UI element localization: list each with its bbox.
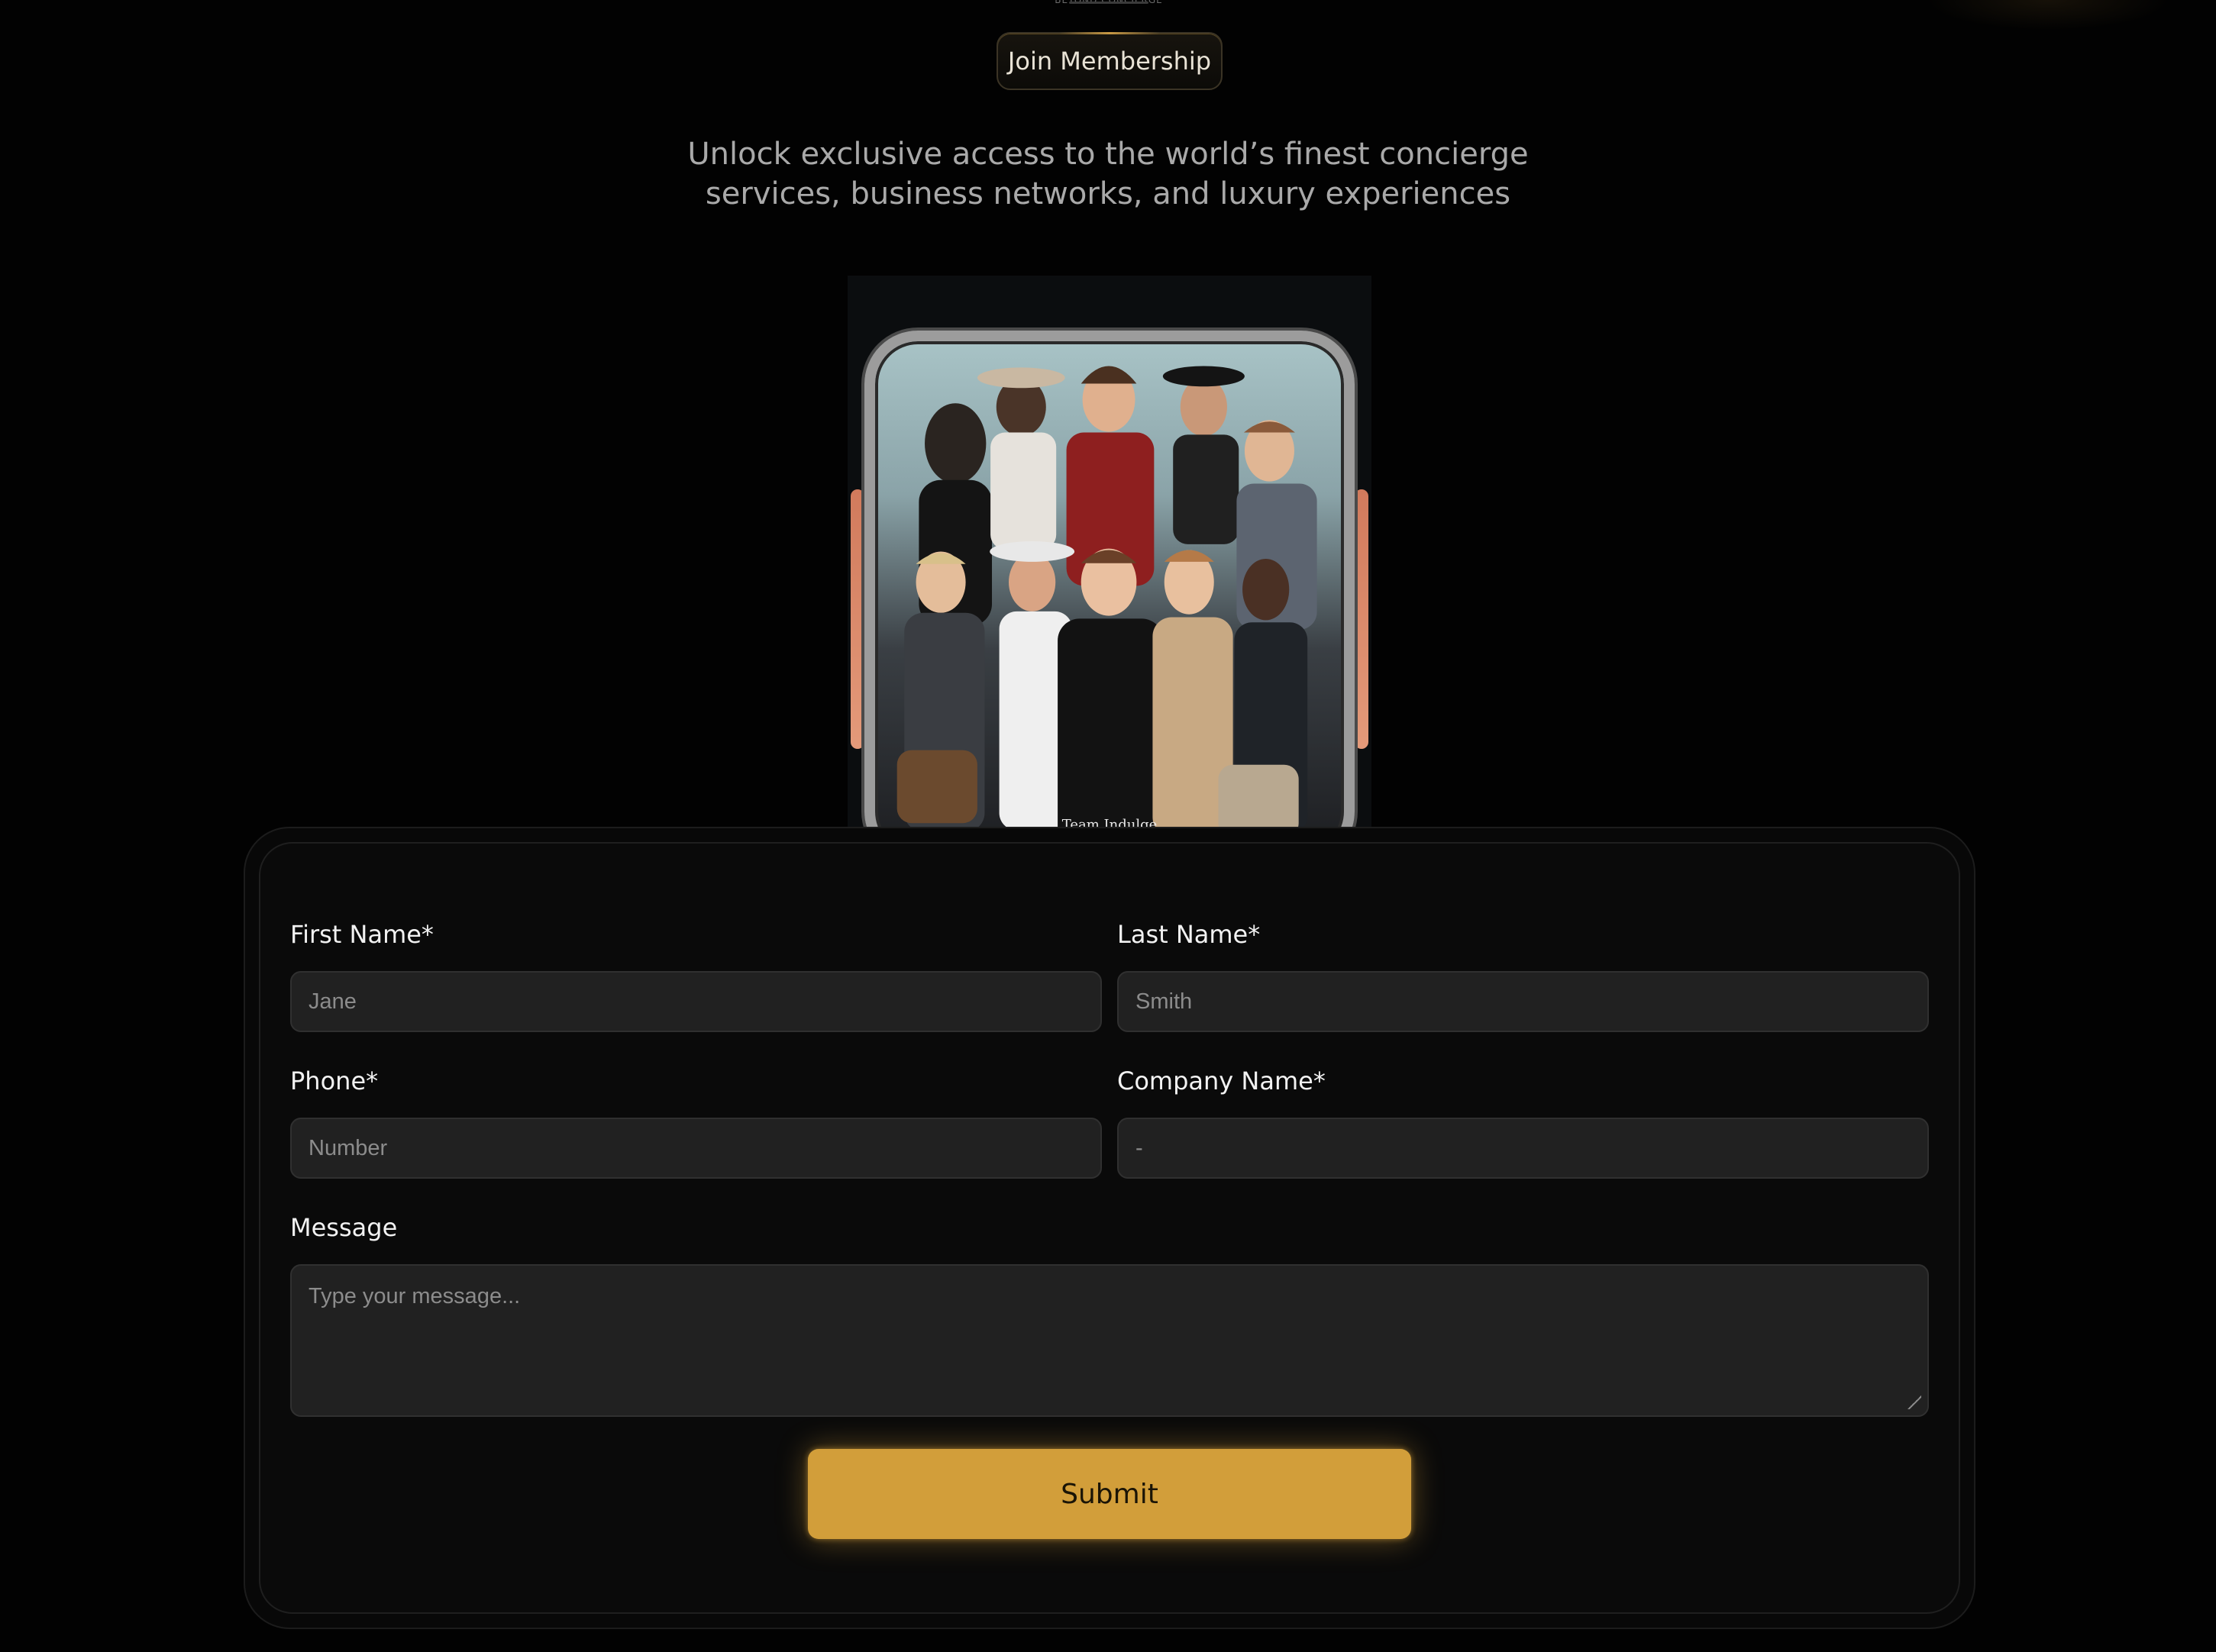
brand-logo-text: BEYOND CONCIERGE: [1055, 0, 1163, 5]
message-textarea[interactable]: [290, 1264, 1929, 1417]
first-name-label: First Name*: [290, 920, 434, 949]
intro-subtitle: Unlock exclusive access to the world’s f…: [650, 134, 1566, 214]
join-membership-badge[interactable]: Join Membership: [997, 32, 1223, 90]
resize-handle-icon[interactable]: [1906, 1394, 1921, 1409]
subtitle-line-1: Unlock exclusive access to the world’s f…: [687, 137, 1529, 172]
first-name-input[interactable]: [290, 971, 1102, 1032]
page: BEYOND CONCIERGE Join Membership Unlock …: [0, 0, 2216, 1652]
hero-image: Team Indulge: [848, 276, 1371, 827]
phone-input[interactable]: [290, 1118, 1102, 1179]
corner-glow: [1926, 0, 2170, 31]
subtitle-line-2: services, business networks, and luxury …: [705, 176, 1511, 211]
hero-group-illustration: [896, 366, 1317, 827]
phone-label: Phone*: [290, 1066, 379, 1095]
company-name-input[interactable]: [1117, 1118, 1929, 1179]
hero-phone-frame: Team Indulge: [864, 331, 1355, 827]
hero-side-accent-left: [851, 489, 864, 749]
last-name-label: Last Name*: [1117, 920, 1261, 949]
last-name-input[interactable]: [1117, 971, 1929, 1032]
hero-caption: Team Indulge: [1061, 817, 1158, 827]
submit-button[interactable]: Submit: [808, 1449, 1411, 1539]
message-label: Message: [290, 1213, 398, 1242]
hero-side-accent-right: [1355, 489, 1368, 749]
company-name-label: Company Name*: [1117, 1066, 1326, 1095]
